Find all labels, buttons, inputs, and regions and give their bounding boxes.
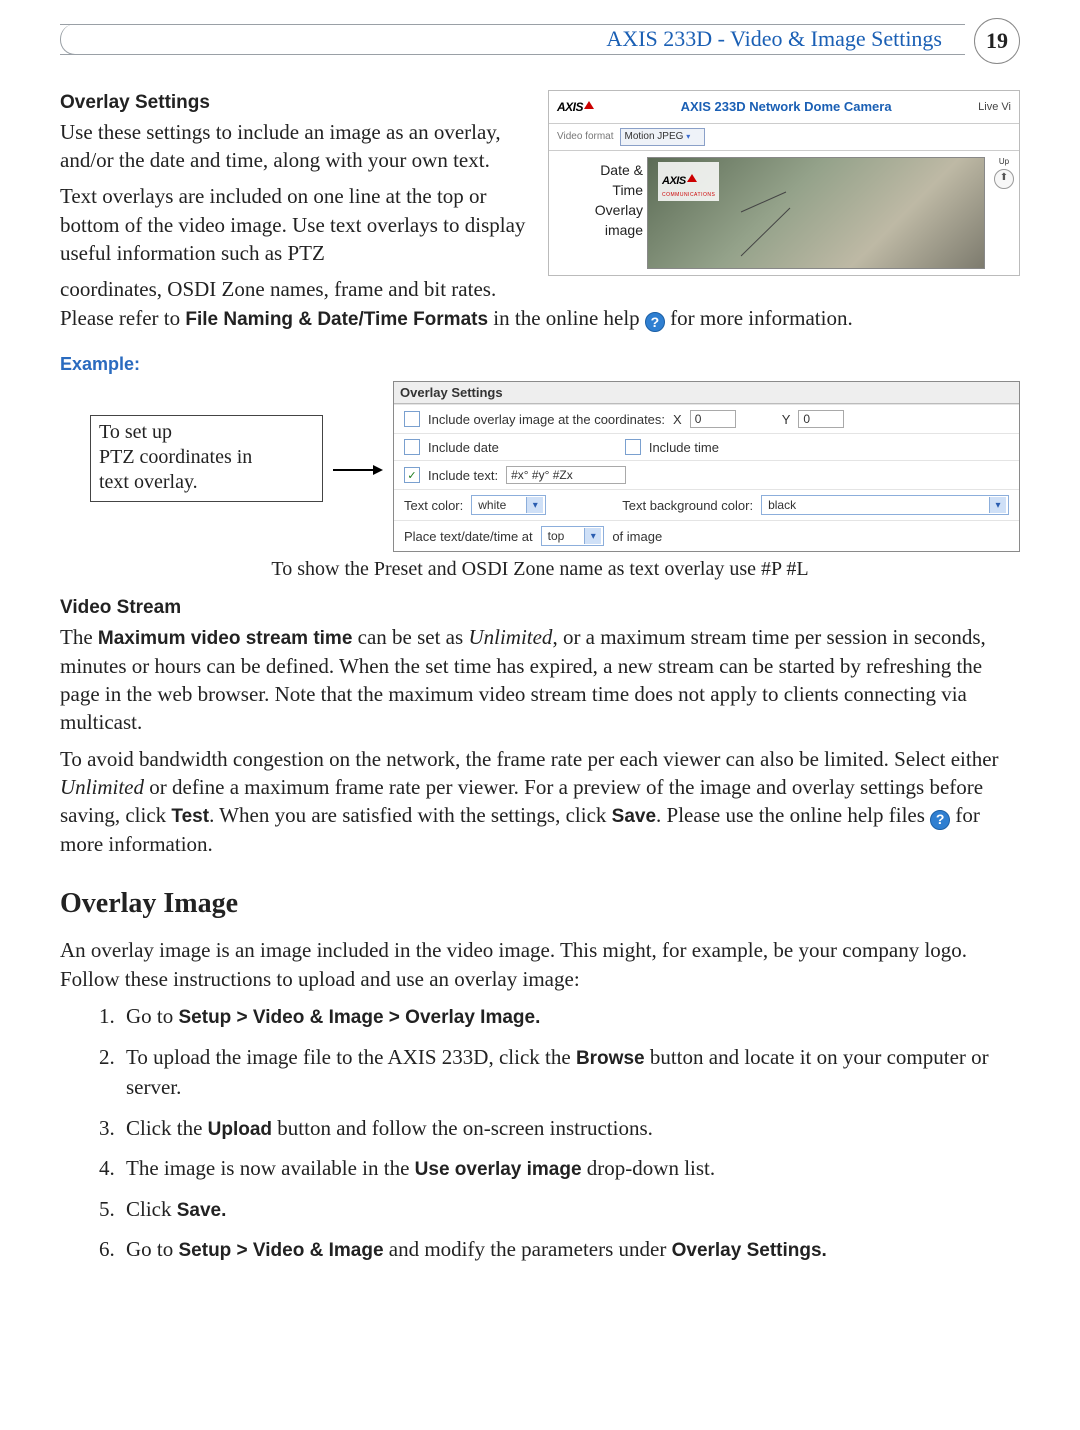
step-3: Click the Upload button and follow the o…	[120, 1113, 1020, 1144]
overlay-text-input[interactable]: #x° #y° #Zx	[506, 466, 626, 484]
live-view-label: Live Vi	[978, 100, 1011, 115]
help-icon[interactable]: ?	[645, 312, 665, 332]
video-preview-image: AXIS COMMUNICATIONS	[647, 157, 985, 269]
example-caption: To show the Preset and OSDI Zone name as…	[60, 558, 1020, 581]
page-header: AXIS 233D - Video & Image Settings 19	[60, 20, 1020, 60]
include-text-checkbox[interactable]: ✓	[404, 467, 420, 483]
coord-x-input[interactable]: 0	[690, 410, 736, 428]
chevron-down-icon: ▾	[989, 497, 1006, 513]
axis-logo: AXIS	[557, 99, 594, 115]
ptz-up-label: Up	[991, 157, 1017, 168]
overlay-image-heading: Overlay Image	[60, 888, 1020, 920]
include-time-label: Include time	[649, 440, 719, 455]
overlay-image-intro: An overlay image is an image included in…	[60, 936, 1020, 993]
coord-y-input[interactable]: 0	[798, 410, 844, 428]
coord-x-label: X	[673, 412, 682, 427]
axis-logo-triangle-icon	[584, 101, 594, 109]
text-color-select[interactable]: white▾	[471, 495, 546, 515]
overlay-settings-dialog: Overlay Settings Include overlay image a…	[393, 381, 1020, 552]
overlay-image-steps: Go to Setup > Video & Image > Overlay Im…	[60, 1001, 1020, 1265]
video-stream-p2: To avoid bandwidth congestion on the net…	[60, 745, 1020, 859]
ptz-up-button[interactable]: ⬆	[994, 169, 1014, 189]
axis-logo-triangle-icon	[687, 174, 697, 182]
video-format-label: Video format	[557, 130, 614, 144]
chevron-down-icon: ▾	[686, 132, 690, 141]
video-format-select[interactable]: Motion JPEG ▾	[620, 128, 706, 146]
include-text-label: Include text:	[428, 468, 498, 483]
step-2: To upload the image file to the AXIS 233…	[120, 1042, 1020, 1103]
callout-arrow-icon	[333, 463, 383, 477]
overlay-annotation-labels: Date & Time Overlay image	[549, 151, 647, 275]
video-stream-p1: The Maximum video stream time can be set…	[60, 623, 1020, 737]
place-text-label-a: Place text/date/time at	[404, 529, 533, 544]
chevron-down-icon: ▾	[584, 528, 601, 544]
step-6: Go to Setup > Video & Image and modify t…	[120, 1234, 1020, 1265]
text-position-select[interactable]: top▾	[541, 526, 605, 546]
text-bg-color-label: Text background color:	[622, 498, 753, 513]
coord-y-label: Y	[782, 412, 791, 427]
text-bg-color-select[interactable]: black▾	[761, 495, 1009, 515]
step-4: The image is now available in the Use ov…	[120, 1153, 1020, 1184]
step-1: Go to Setup > Video & Image > Overlay Im…	[120, 1001, 1020, 1032]
camera-screenshot-figure: AXIS AXIS 233D Network Dome Camera Live …	[548, 90, 1020, 276]
text-color-label: Text color:	[404, 498, 463, 513]
overlay-logo-subtext: COMMUNICATIONS	[662, 192, 715, 199]
page-number-badge: 19	[974, 18, 1020, 64]
camera-product-title: AXIS 233D Network Dome Camera	[594, 98, 978, 116]
include-date-checkbox[interactable]	[404, 439, 420, 455]
include-time-checkbox[interactable]	[625, 439, 641, 455]
overlay-settings-p2-cont: coordinates, OSDI Zone names, frame and …	[60, 275, 1020, 332]
dialog-title: Overlay Settings	[394, 382, 1019, 404]
place-text-label-b: of image	[612, 529, 662, 544]
video-stream-heading: Video Stream	[60, 595, 1020, 621]
include-date-label: Include date	[428, 440, 499, 455]
example-heading: Example:	[60, 354, 1020, 375]
step-5: Click Save.	[120, 1194, 1020, 1225]
header-title: AXIS 233D - Video & Image Settings	[598, 26, 950, 52]
chevron-down-icon: ▾	[526, 497, 543, 513]
example-callout: To set up PTZ coordinates in text overla…	[90, 415, 323, 502]
include-overlay-image-label: Include overlay image at the coordinates…	[428, 412, 665, 427]
help-icon[interactable]: ?	[930, 810, 950, 830]
overlay-logo: AXIS	[662, 175, 697, 187]
include-overlay-image-checkbox[interactable]	[404, 411, 420, 427]
